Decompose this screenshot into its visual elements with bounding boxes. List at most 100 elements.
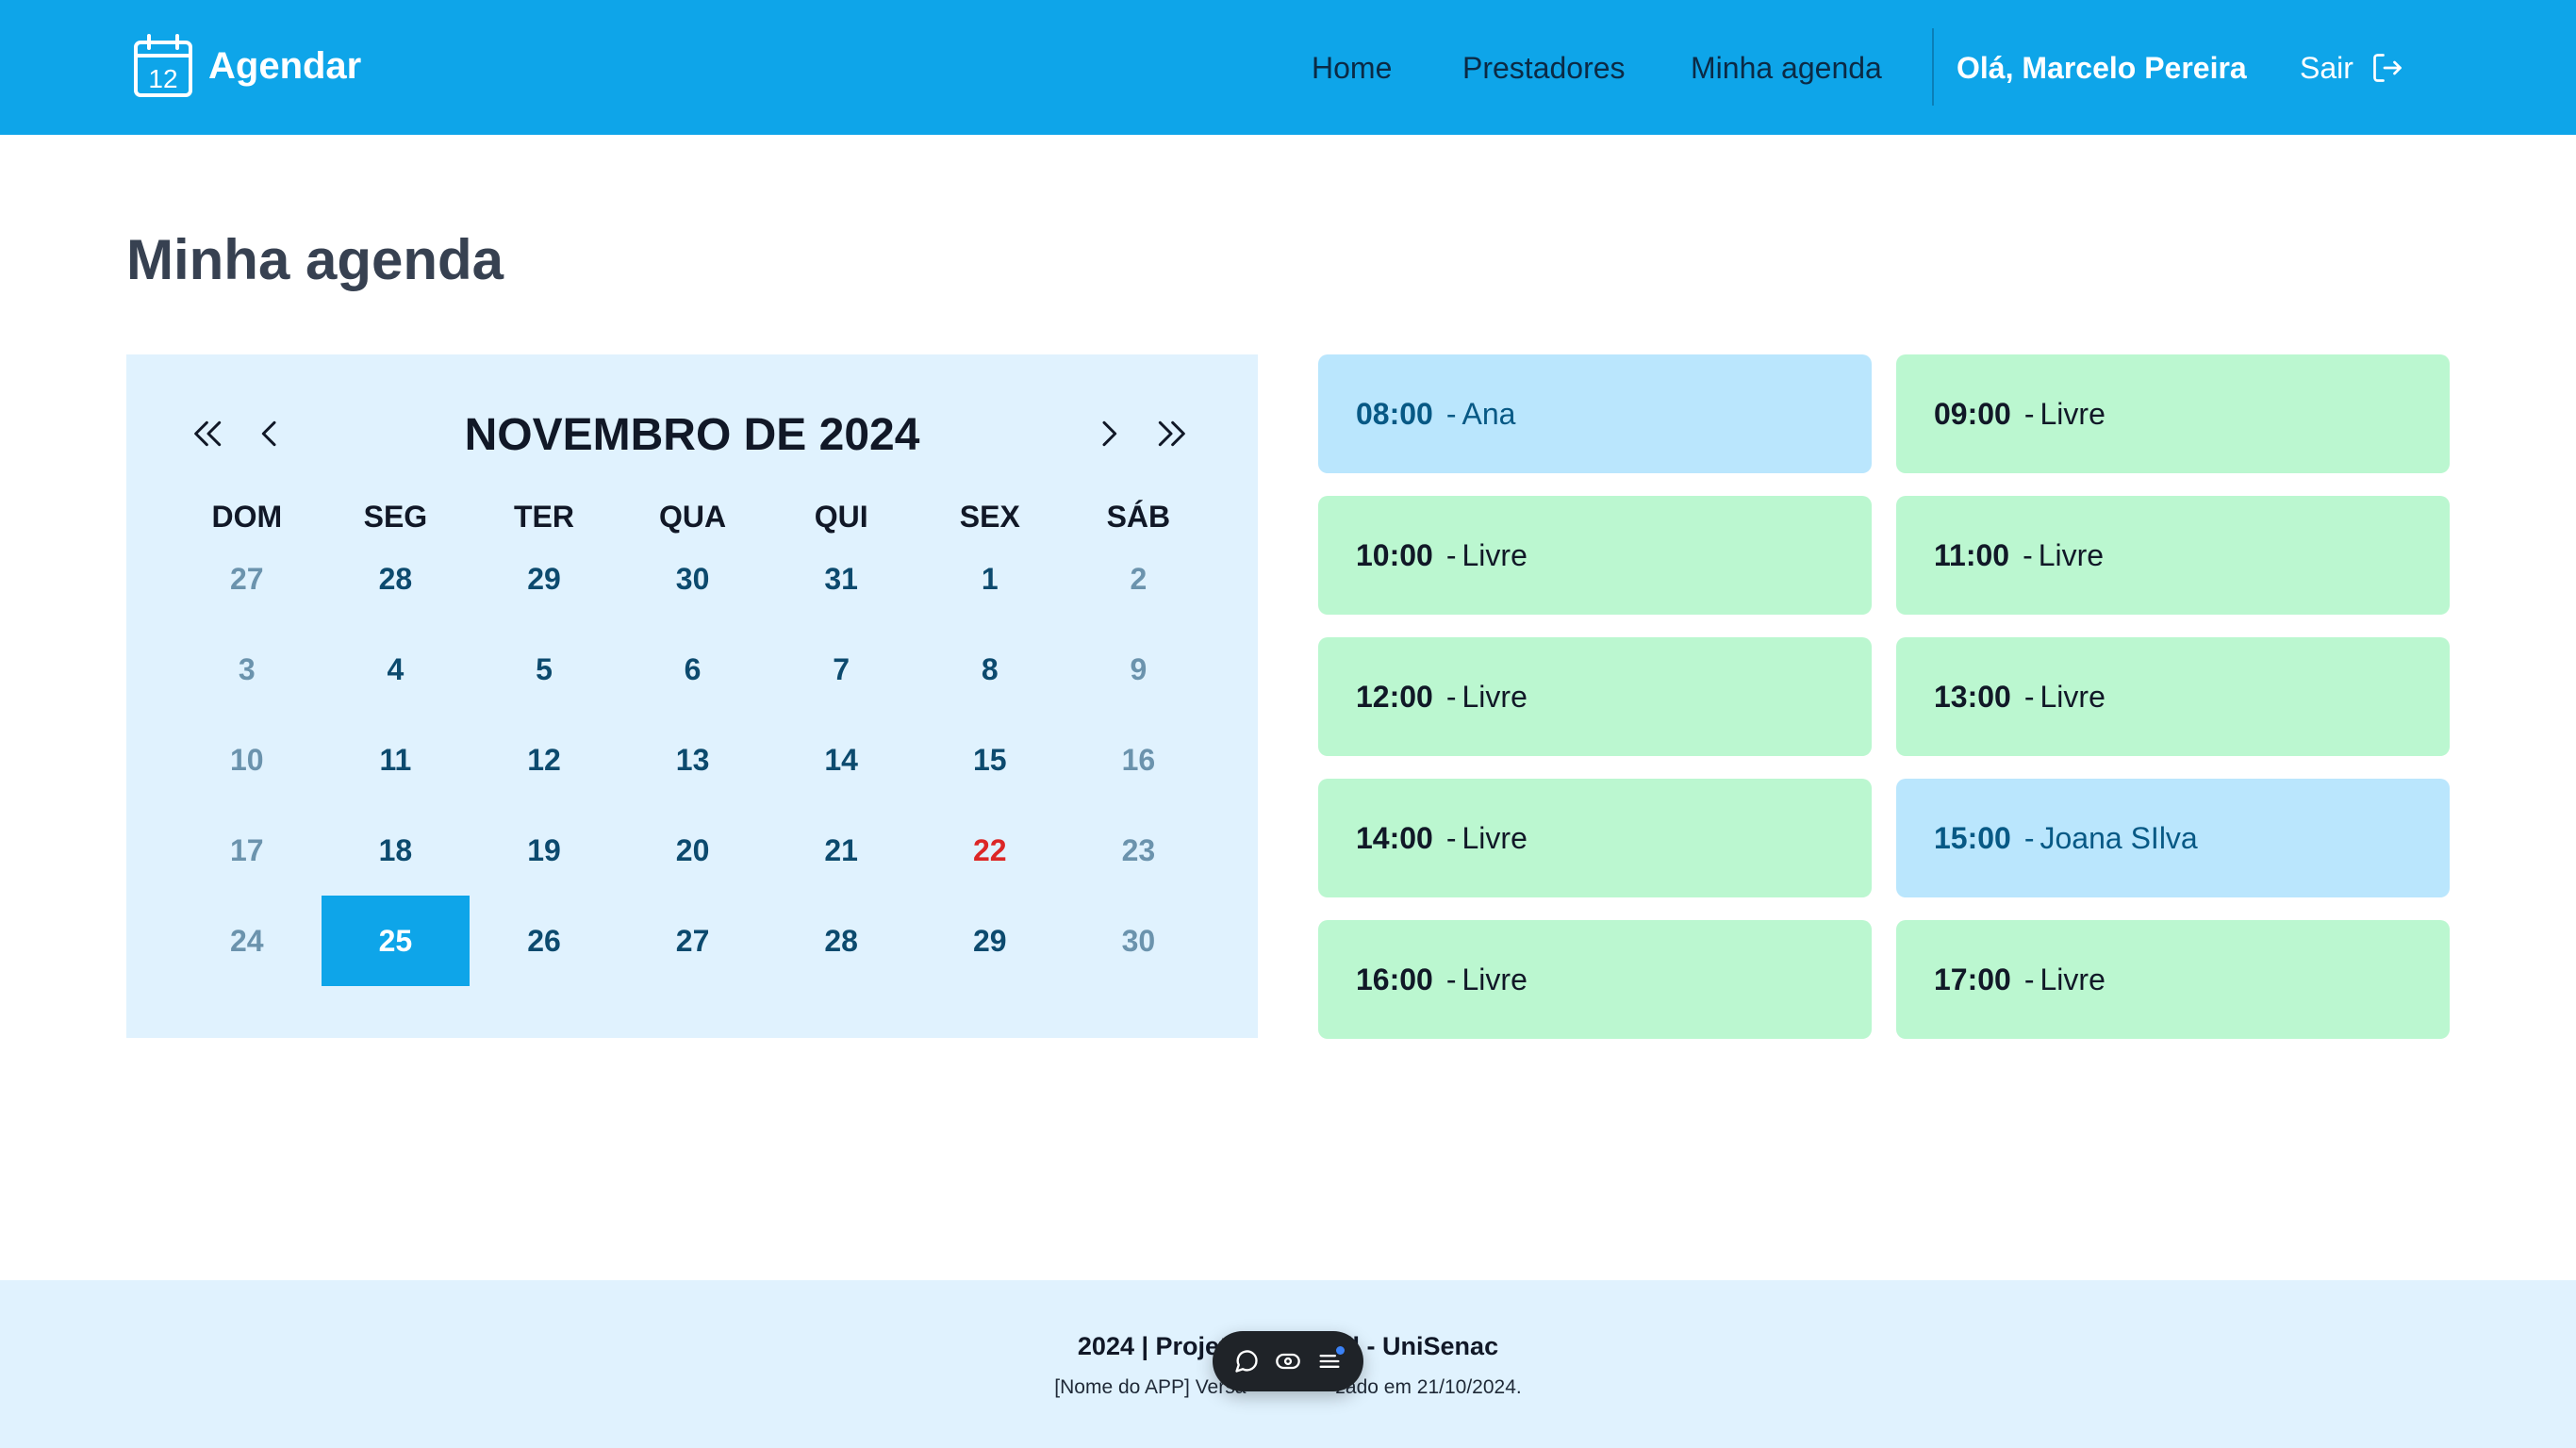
- calendar-day[interactable]: 6: [619, 624, 768, 715]
- calendar-day[interactable]: 29: [470, 534, 619, 624]
- calendar-day[interactable]: 30: [619, 534, 768, 624]
- brand-link[interactable]: 12 Agendar: [133, 34, 361, 98]
- calendar-day[interactable]: 29: [916, 896, 1065, 986]
- slot-label: Livre: [2039, 962, 2105, 996]
- slot-label: Ana: [1461, 396, 1516, 431]
- calendar-day[interactable]: 9: [1065, 624, 1214, 715]
- calendar-day[interactable]: 8: [916, 624, 1065, 715]
- calendar-day[interactable]: 27: [173, 534, 322, 624]
- calendar-day[interactable]: 20: [619, 805, 768, 896]
- slot-separator: -: [1445, 962, 1457, 996]
- time-slot-free[interactable]: 11:00- Livre: [1896, 496, 2450, 615]
- calendar-day[interactable]: 24: [173, 896, 322, 986]
- slot-separator: -: [1445, 820, 1457, 855]
- weekday-label: TER: [513, 500, 574, 534]
- weekday-label: SÁB: [1106, 500, 1171, 534]
- calendar-day[interactable]: 23: [1065, 805, 1214, 896]
- calendar-day[interactable]: 19: [470, 805, 619, 896]
- prev-month-button[interactable]: [243, 407, 296, 460]
- calendar-day[interactable]: 5: [470, 624, 619, 715]
- calendar-day[interactable]: 12: [470, 715, 619, 805]
- time-slots: 08:00- Ana 09:00- Livre 10:00- Livre 11:00- Liv…: [1318, 354, 2450, 1039]
- footer-copyright-right: il - UniSenac: [1346, 1332, 1499, 1360]
- calendar-day[interactable]: 3: [173, 624, 322, 715]
- slot-label: Joana SIlva: [2039, 820, 2198, 855]
- time-slot-free[interactable]: 13:00- Livre: [1896, 637, 2450, 756]
- next-month-button[interactable]: [1082, 407, 1135, 460]
- slot-time: 11:00: [1934, 537, 2010, 572]
- slot-time: 13:00: [1934, 679, 2011, 714]
- slot-label: Livre: [2039, 679, 2105, 714]
- time-slot-booked[interactable]: 15:00- Joana SIlva: [1896, 779, 2450, 897]
- time-slot-free[interactable]: 17:00- Livre: [1896, 920, 2450, 1039]
- time-slot-free[interactable]: 10:00- Livre: [1318, 496, 1872, 615]
- calendar-day[interactable]: 11: [322, 715, 471, 805]
- weekday-label: SEG: [363, 500, 428, 534]
- calendar-day[interactable]: 18: [322, 805, 471, 896]
- next-year-button[interactable]: [1145, 407, 1197, 460]
- calendar-day[interactable]: 22: [916, 805, 1065, 896]
- nav-link-home[interactable]: Home: [1312, 47, 1392, 89]
- time-slot-free[interactable]: 16:00- Livre: [1318, 920, 1872, 1039]
- page-title: Minha agenda: [126, 228, 504, 291]
- time-slot-free[interactable]: 09:00- Livre: [1896, 354, 2450, 473]
- calendar-day[interactable]: 17: [173, 805, 322, 896]
- preview-button[interactable]: [1273, 1346, 1303, 1376]
- calendar: NOVEMBRO DE 2024 DOM SEG TER QUA QUI SEX…: [126, 354, 1258, 1038]
- slot-separator: -: [2023, 679, 2035, 714]
- time-slot-booked[interactable]: 08:00- Ana: [1318, 354, 1872, 473]
- calendar-day[interactable]: 21: [767, 805, 916, 896]
- slot-label: Livre: [1461, 537, 1527, 572]
- slot-label: Livre: [2039, 396, 2105, 431]
- nav-link-minha-agenda[interactable]: Minha agenda: [1691, 47, 1882, 89]
- calendar-day[interactable]: 31: [767, 534, 916, 624]
- nav-link-prestadores[interactable]: Prestadores: [1462, 47, 1626, 89]
- double-chevron-right-icon: [1158, 420, 1185, 447]
- calendar-day[interactable]: 30: [1065, 896, 1214, 986]
- slot-time: 15:00: [1934, 820, 2011, 855]
- footer-copyright-left: 2024 | Projet: [1077, 1332, 1229, 1360]
- user-greeting[interactable]: Olá, Marcelo Pereira: [1957, 47, 2247, 89]
- calendar-day[interactable]: 27: [619, 896, 768, 986]
- slot-separator: -: [2023, 820, 2035, 855]
- calendar-day[interactable]: 28: [767, 896, 916, 986]
- calendar-day[interactable]: 2: [1065, 534, 1214, 624]
- footer-version-right: zado em 21/10/2024.: [1335, 1376, 1522, 1398]
- time-slot-free[interactable]: 12:00- Livre: [1318, 637, 1872, 756]
- calendar-day[interactable]: 14: [767, 715, 916, 805]
- calendar-day[interactable]: 15: [916, 715, 1065, 805]
- calendar-day[interactable]: 4: [322, 624, 471, 715]
- slot-time: 17:00: [1934, 962, 2011, 996]
- slot-time: 14:00: [1356, 820, 1433, 855]
- slot-label: Livre: [2038, 537, 2105, 572]
- double-chevron-left-icon: [194, 420, 222, 447]
- comment-button[interactable]: [1231, 1346, 1262, 1376]
- weekday-label: QUI: [814, 500, 868, 534]
- calendar-day[interactable]: 26: [470, 896, 619, 986]
- slot-separator: -: [1445, 679, 1457, 714]
- calendar-day[interactable]: 10: [173, 715, 322, 805]
- time-slot-free[interactable]: 14:00- Livre: [1318, 779, 1872, 897]
- calendar-day[interactable]: 13: [619, 715, 768, 805]
- slot-separator: -: [1445, 396, 1457, 431]
- logout-button[interactable]: Sair: [2300, 47, 2404, 89]
- calendar-day[interactable]: 28: [322, 534, 471, 624]
- top-navbar: 12 Agendar Home Prestadores Minha agenda…: [0, 0, 2576, 135]
- eye-icon: [1276, 1353, 1300, 1370]
- logout-label: Sair: [2300, 51, 2353, 85]
- menu-button[interactable]: [1314, 1346, 1345, 1376]
- slot-time: 08:00: [1356, 396, 1433, 431]
- prev-year-button[interactable]: [182, 407, 235, 460]
- slot-label: Livre: [1461, 820, 1527, 855]
- slot-time: 10:00: [1356, 537, 1433, 572]
- slot-separator: -: [2023, 962, 2035, 996]
- calendar-day[interactable]: 7: [767, 624, 916, 715]
- calendar-day-selected[interactable]: 25: [321, 896, 471, 986]
- weekday-header: DOM SEG TER QUA QUI SEX SÁB: [173, 494, 1170, 539]
- calendar-day[interactable]: 16: [1065, 715, 1214, 805]
- slot-separator: -: [1445, 537, 1457, 572]
- weekday-label: DOM: [211, 500, 283, 534]
- calendar-day[interactable]: 1: [916, 534, 1065, 624]
- slot-label: Livre: [1461, 962, 1527, 996]
- slot-label: Livre: [1461, 679, 1527, 714]
